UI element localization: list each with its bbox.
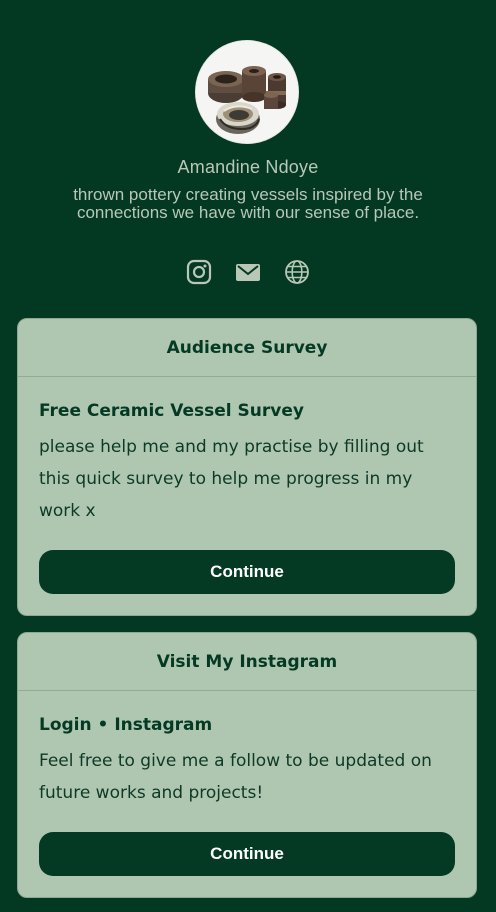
card-subtitle: Login • Instagram [39,715,213,735]
survey-card: Audience Survey Free Ceramic Vessel Surv… [17,318,477,616]
profile-bio: thrown pottery creating vessels inspired… [73,185,423,222]
card-description: Feel free to give me a follow to be upda… [39,751,432,803]
card-body: Free Ceramic Vessel Survey please help m… [18,400,476,527]
profile-name: Amandine Ndoye [177,157,319,177]
instagram-link[interactable] [186,259,212,285]
link-in-bio-page: Amandine Ndoye thrown pottery creating v… [0,0,496,912]
survey-continue-button[interactable]: Continue [39,550,455,594]
pottery-photo [196,41,298,143]
instagram-card: Visit My Instagram Login • Instagram Fee… [17,632,477,898]
card-header: Visit My Instagram [18,633,476,691]
card-subtitle: Free Ceramic Vessel Survey [39,401,304,421]
website-link[interactable] [284,259,310,285]
email-link[interactable] [235,259,261,285]
profile-avatar [195,40,299,144]
email-icon [236,264,260,281]
instagram-continue-button[interactable]: Continue [39,832,455,876]
instagram-icon [186,259,212,285]
card-body: Login • Instagram Feel free to give me a… [18,714,476,809]
website-globe-icon [285,260,309,284]
card-header: Audience Survey [18,319,476,377]
card-description: please help me and my practise by fillin… [39,437,424,521]
social-links [186,259,310,285]
